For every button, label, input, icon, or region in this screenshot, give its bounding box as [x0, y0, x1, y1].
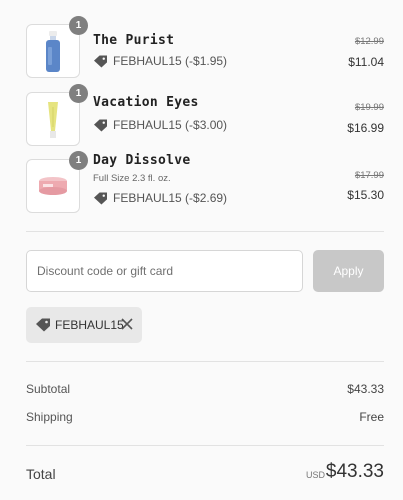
original-price: $17.99: [354, 170, 384, 181]
tag-icon: [36, 318, 50, 332]
item-price: $15.30: [347, 188, 384, 202]
pink-jar-product: [39, 177, 67, 195]
shipping-value: Free: [359, 410, 384, 424]
item-discount: FEBHAUL15 (-$3.00): [93, 118, 227, 132]
yellow-tube-product: [48, 102, 58, 138]
apply-button[interactable]: Apply: [313, 250, 384, 292]
product-thumbnail: 1: [26, 84, 88, 146]
item-discount: FEBHAUL15 (-$2.69): [93, 191, 227, 205]
item-price: $11.04: [348, 55, 384, 69]
item-price: $16.99: [347, 121, 384, 135]
divider: [26, 231, 384, 232]
applied-discount-chip: FEBHAUL15: [26, 307, 142, 343]
total-value: $43.33: [325, 461, 384, 482]
product-thumbnail: 1: [26, 16, 88, 78]
item-discount: FEBHAUL15 (-$1.95): [93, 54, 227, 68]
close-icon[interactable]: [120, 317, 134, 331]
item-discount-text: FEBHAUL15 (-$1.95): [113, 54, 228, 68]
original-price: $12.99: [354, 36, 384, 47]
product-name: Day Dissolve: [93, 153, 191, 168]
tag-icon: [94, 118, 107, 132]
cart-item: 1 The Purist FEBHAUL15 (-$1.95) $12.99 $…: [26, 16, 384, 80]
subtotal-value: $43.33: [347, 382, 384, 396]
discount-code-input[interactable]: [26, 250, 303, 292]
cart-item: 1 Vacation Eyes FEBHAUL15 (-$3.00) $19.9…: [26, 84, 384, 148]
item-discount-text: FEBHAUL15 (-$3.00): [113, 118, 228, 132]
quantity-badge: 1: [69, 84, 88, 103]
blue-bottle-product: [46, 31, 60, 72]
divider: [26, 445, 384, 446]
currency-code: USD: [305, 470, 325, 480]
item-discount-text: FEBHAUL15 (-$2.69): [113, 191, 228, 205]
shipping-label: Shipping: [26, 410, 73, 424]
tag-icon: [94, 191, 107, 205]
applied-discount-code: FEBHAUL15: [55, 318, 124, 332]
product-name: Vacation Eyes: [93, 95, 199, 110]
cart-item: 1 Day Dissolve Full Size 2.3 fl. oz. FEB…: [26, 151, 384, 215]
quantity-badge: 1: [69, 151, 88, 170]
product-thumbnail: 1: [26, 151, 88, 213]
tag-icon: [94, 54, 107, 68]
original-price: $19.99: [354, 102, 384, 113]
quantity-badge: 1: [69, 16, 88, 35]
subtotal-label: Subtotal: [26, 382, 71, 396]
product-variant: Full Size 2.3 fl. oz.: [93, 173, 171, 184]
total-label: Total: [26, 466, 56, 482]
divider: [26, 361, 384, 362]
product-name: The Purist: [93, 33, 175, 48]
